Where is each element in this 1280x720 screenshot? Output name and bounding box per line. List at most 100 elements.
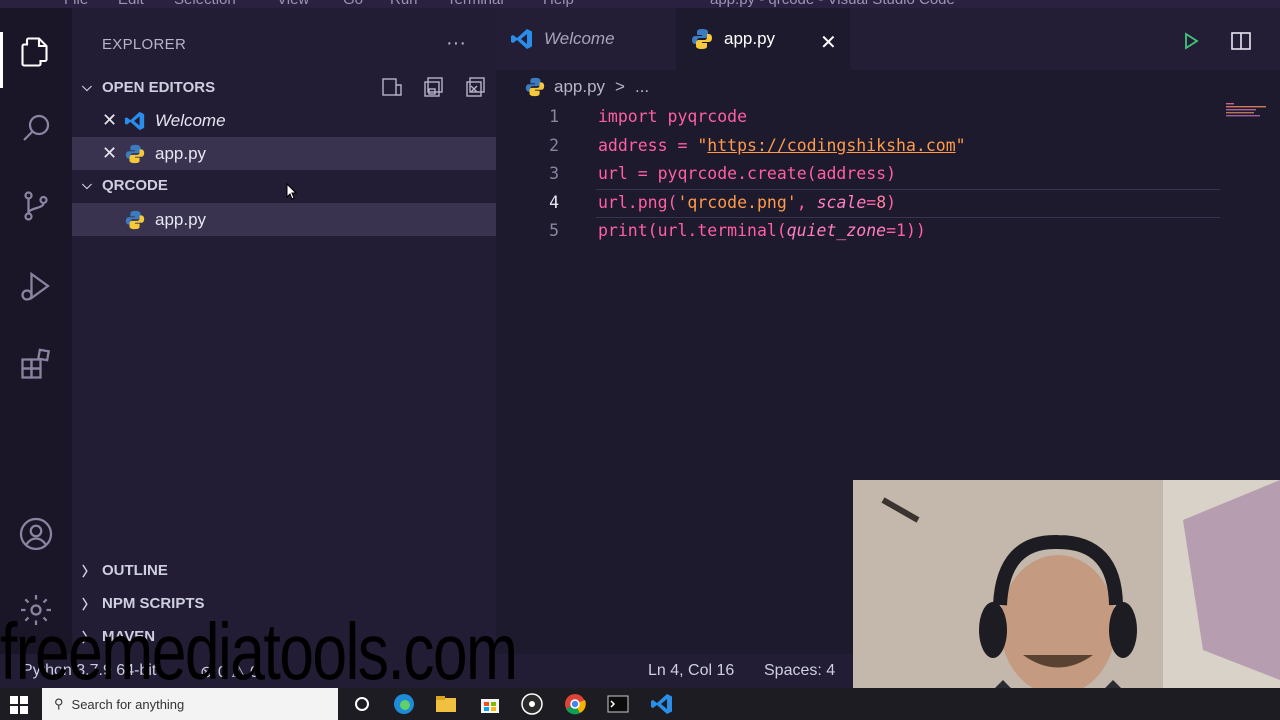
line-number: 5 bbox=[549, 221, 559, 240]
open-editor-item-app-py[interactable]: ✕ app.py bbox=[72, 137, 496, 170]
keyword: import bbox=[598, 107, 658, 126]
close-icon[interactable]: ✕ bbox=[102, 143, 117, 164]
account-icon[interactable] bbox=[14, 512, 58, 556]
open-editor-label: app.py bbox=[155, 143, 207, 163]
python-icon bbox=[692, 29, 712, 49]
save-all-icon[interactable] bbox=[422, 76, 446, 98]
menu-file[interactable]: File bbox=[64, 0, 88, 8]
tab-label: app.py bbox=[724, 29, 776, 48]
extensions-icon[interactable] bbox=[14, 342, 58, 386]
number-literal: 8 bbox=[876, 192, 887, 212]
windows-start-icon[interactable] bbox=[10, 696, 28, 714]
function-call: print(url.terminal( bbox=[598, 221, 787, 240]
explorer-title: EXPLORER bbox=[102, 36, 187, 53]
close-icon[interactable]: ✕ bbox=[820, 30, 837, 55]
python-icon bbox=[125, 144, 145, 163]
chrome-icon[interactable] bbox=[563, 692, 587, 716]
breadcrumb: app.py > ... bbox=[524, 76, 649, 98]
menu-go[interactable]: Go bbox=[343, 0, 363, 8]
python-icon bbox=[125, 210, 145, 229]
menu-selection[interactable]: Selection bbox=[174, 0, 236, 8]
menu-run[interactable]: Run bbox=[390, 0, 418, 8]
webcam-person-image bbox=[853, 480, 1280, 720]
code-line: 5 print(url.terminal(quiet_zone=1)) bbox=[496, 217, 1280, 246]
variable: address bbox=[598, 135, 668, 155]
breadcrumb-symbols[interactable]: ... bbox=[635, 77, 649, 97]
code-line-current: 4 url.png('qrcode.png', scale=8) bbox=[496, 188, 1280, 217]
source-control-icon[interactable] bbox=[14, 184, 58, 228]
cursor-position[interactable]: Ln 4, Col 16 bbox=[648, 662, 734, 680]
run-debug-icon[interactable] bbox=[14, 264, 58, 308]
string-literal: 'qrcode.png' bbox=[677, 192, 797, 212]
taskbar-search-placeholder: Search for anything bbox=[71, 696, 185, 712]
close-all-editors-icon[interactable] bbox=[464, 76, 488, 98]
tab-welcome[interactable]: Welcome bbox=[510, 8, 680, 70]
code-line: 1 import pyqrcode bbox=[496, 103, 1280, 132]
folder-qrcode-header[interactable]: ⌵ QRCODE bbox=[72, 171, 496, 199]
breadcrumb-separator: > bbox=[615, 77, 625, 96]
active-indicator bbox=[0, 32, 3, 88]
new-untitled-file-icon[interactable] bbox=[380, 76, 404, 98]
tab-bar: Welcome app.py ✕ bbox=[496, 8, 1280, 70]
punctuation: , bbox=[796, 192, 817, 212]
chevron-down-icon: ⌵ bbox=[82, 79, 92, 94]
webcam-overlay bbox=[853, 480, 1280, 720]
menu-terminal[interactable]: Terminal bbox=[447, 0, 504, 8]
operator: = bbox=[886, 221, 897, 240]
folder-label: QRCODE bbox=[102, 176, 168, 194]
files-icon[interactable] bbox=[14, 30, 58, 74]
open-editor-label: Welcome bbox=[155, 110, 226, 130]
menu-edit[interactable]: Edit bbox=[118, 0, 144, 8]
window-title: app.py - qrcode - Visual Studio Code bbox=[710, 0, 955, 8]
operator: = bbox=[627, 164, 658, 183]
indentation[interactable]: Spaces: 4 bbox=[764, 662, 835, 680]
file-item-app-py[interactable]: app.py bbox=[72, 203, 496, 236]
menu-help[interactable]: Help bbox=[543, 0, 574, 8]
vscode-taskbar-icon[interactable] bbox=[650, 692, 674, 716]
run-python-file-icon[interactable] bbox=[1182, 32, 1200, 55]
split-editor-icon[interactable] bbox=[1230, 30, 1252, 57]
operator: = bbox=[667, 135, 698, 155]
url-string[interactable]: https://codingshiksha.com bbox=[707, 136, 955, 155]
parameter-name: scale bbox=[816, 192, 867, 212]
activity-bar bbox=[0, 8, 72, 688]
line-number: 3 bbox=[549, 164, 559, 183]
string-quote: " bbox=[955, 135, 966, 155]
watermark-text: freemediatools.com bbox=[0, 607, 518, 696]
operator: = bbox=[866, 192, 877, 212]
number-literal: 1 bbox=[896, 221, 906, 240]
chevron-down-icon: ⌵ bbox=[82, 177, 92, 192]
search-icon: ⚲ bbox=[54, 696, 64, 711]
more-actions-icon[interactable]: ··· bbox=[446, 32, 466, 55]
line-number: 1 bbox=[549, 107, 559, 126]
close-icon[interactable]: ✕ bbox=[102, 110, 117, 131]
breadcrumb-file[interactable]: app.py bbox=[554, 77, 605, 97]
outline-header[interactable]: 〉 OUTLINE bbox=[72, 556, 496, 584]
chevron-right-icon: 〉 bbox=[82, 563, 96, 579]
vscode-icon bbox=[511, 29, 532, 49]
python-icon bbox=[525, 77, 545, 97]
module-name: pyqrcode bbox=[657, 107, 748, 126]
explorer-sidebar: EXPLORER ··· ⌵ OPEN EDITORS ✕ Welcome ✕ … bbox=[72, 8, 496, 688]
variable: url bbox=[598, 164, 628, 183]
minimap[interactable] bbox=[1226, 103, 1276, 117]
code-editor[interactable]: 1 import pyqrcode 2 address = "https://c… bbox=[496, 103, 1280, 246]
obs-icon[interactable] bbox=[520, 692, 544, 716]
punctuation: ) bbox=[886, 192, 897, 212]
parameter-name: quiet_zone bbox=[786, 221, 887, 240]
open-editor-item-welcome[interactable]: ✕ Welcome bbox=[72, 104, 496, 137]
vscode-icon bbox=[124, 111, 145, 130]
tab-label: Welcome bbox=[544, 29, 615, 48]
function-call: pyqrcode.create(address) bbox=[657, 164, 897, 183]
line-number: 4 bbox=[549, 192, 559, 212]
function-call: url.png( bbox=[598, 192, 678, 212]
punctuation: )) bbox=[905, 221, 926, 240]
search-icon[interactable] bbox=[14, 106, 58, 150]
open-editors-label: OPEN EDITORS bbox=[102, 78, 216, 96]
open-editors-actions bbox=[380, 76, 488, 98]
menu-view[interactable]: View bbox=[277, 0, 309, 8]
mouse-pointer-icon bbox=[286, 183, 298, 200]
string-quote: " bbox=[697, 135, 708, 155]
file-label: app.py bbox=[155, 209, 207, 229]
terminal-icon[interactable] bbox=[606, 692, 630, 716]
